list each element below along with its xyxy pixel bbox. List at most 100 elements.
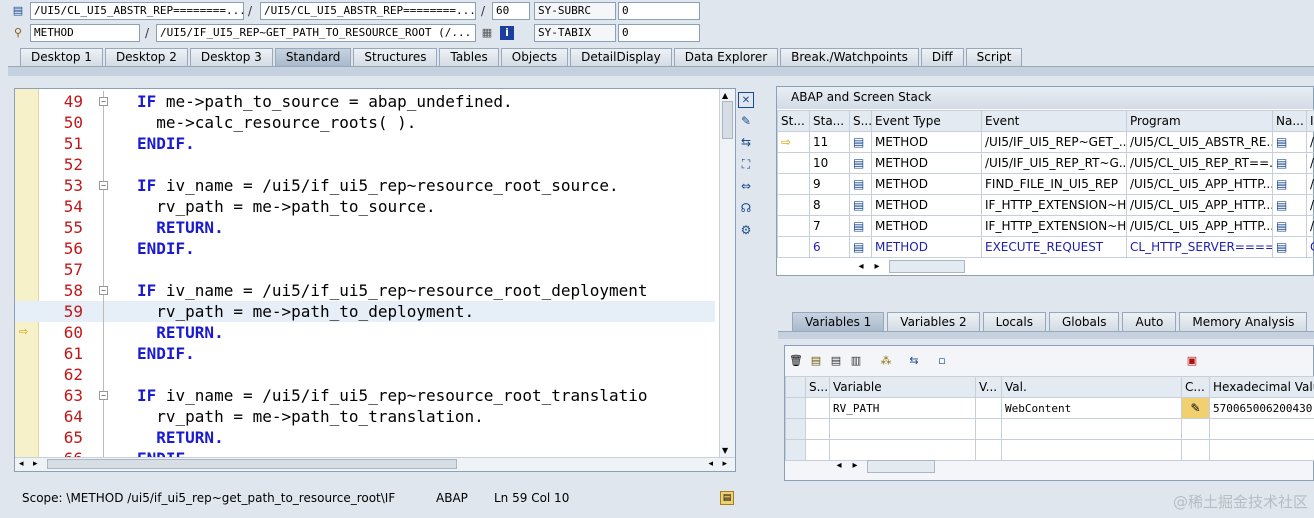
tab-auto[interactable]: Auto [1122, 312, 1177, 331]
tab-detaildisplay[interactable]: DetailDisplay [570, 48, 672, 66]
tab-diff[interactable]: Diff [920, 48, 964, 66]
change-value-icon[interactable]: ✎ [1181, 397, 1210, 419]
code-line[interactable]: 56 ENDIF. [15, 238, 715, 259]
variables-column-header[interactable]: S... [805, 376, 830, 398]
variables-table[interactable]: S...VariableV...Val.C...Hexadecimal Valu… [785, 376, 1314, 461]
tab-variables-2[interactable]: Variables 2 [887, 312, 980, 331]
code-line[interactable]: 57 [15, 259, 715, 280]
tab-break-watchpoints[interactable]: Break./Watchpoints [780, 48, 919, 66]
fold-toggle-icon[interactable]: − [99, 97, 108, 106]
stack-event[interactable]: IF_HTTP_EXTENSION~H... [981, 215, 1127, 237]
stack-column-header[interactable]: S... [849, 110, 872, 132]
stack-row[interactable]: 6 ▤ METHOD EXECUTE_REQUEST CL_HTTP_SERVER===… [777, 236, 1314, 258]
stack-program[interactable]: /UI5/CL_UI5_APP_HTTP... [1126, 194, 1273, 216]
stack-column-header[interactable]: In [1306, 110, 1314, 132]
scroll-left-icon[interactable]: ◂ [19, 459, 24, 469]
load-list-icon[interactable]: ▤ [829, 354, 843, 368]
code-line[interactable]: 55 RETURN. [15, 217, 715, 238]
code-line[interactable]: 54 rv_path = me->path_to_source. [15, 196, 715, 217]
tab-desktop-2[interactable]: Desktop 2 [104, 48, 188, 66]
tab-tables[interactable]: Tables [439, 48, 499, 66]
line-number[interactable]: 51 [43, 133, 83, 154]
tab-structures[interactable]: Structures [353, 48, 438, 66]
stack-row[interactable]: 10 ▤ METHOD/UI5/IF_UI5_REP_RT~G.../UI5/CL_… [777, 152, 1314, 174]
stack-row[interactable]: 8 ▤ METHOD IF_HTTP_EXTENSION~H.../UI5/CL_UI… [777, 194, 1314, 216]
row-selector[interactable] [785, 397, 806, 419]
line-number[interactable]: 63 [43, 385, 83, 406]
code-line[interactable]: 50 me->calc_resource_roots( ). [15, 112, 715, 133]
scroll-left-icon[interactable]: ◂ [833, 460, 845, 472]
code-line[interactable]: 63 − IF iv_name = /ui5/if_ui5_rep~resource… [15, 385, 715, 406]
fold-toggle-icon[interactable]: − [99, 286, 108, 295]
stack-event[interactable]: IF_HTTP_EXTENSION~H... [981, 194, 1127, 216]
navigate-icon[interactable]: ▤ [1272, 236, 1307, 258]
line-number[interactable]: 64 [43, 406, 83, 427]
line-number[interactable]: 55 [43, 217, 83, 238]
source-editor[interactable]: 49 − IF me->path_to_source = abap_undefine… [14, 88, 736, 472]
variables-column-header[interactable]: V... [975, 376, 1002, 398]
stack-row[interactable]: 9 ▤ METHOD FIND_FILE_IN_UI5_REP/UI5/CL_UI5_… [777, 173, 1314, 195]
tab-memory-analysis[interactable]: Memory Analysis [1179, 312, 1308, 331]
editor-horizontal-scrollbar[interactable]: ◂ ▸ ◂ ▸ [15, 457, 735, 471]
scroll-left-icon[interactable]: ◂ [708, 459, 713, 469]
display-icon[interactable]: ▦ [480, 26, 494, 40]
code-line[interactable]: 52 [15, 154, 715, 175]
scroll-right-icon[interactable]: ▸ [33, 459, 38, 469]
save-icon[interactable]: ▣ [1185, 354, 1199, 368]
stack-table[interactable]: St... Sta... S... Event Type Event Program Na.… [777, 110, 1314, 258]
variable-row[interactable]: RV_PATH WebContent ✎ 570065006200430 [785, 397, 1314, 419]
scroll-right-icon[interactable]: ▸ [849, 460, 861, 472]
code-line[interactable]: 51 ENDIF. [15, 133, 715, 154]
save-list-icon[interactable]: ▤ [809, 354, 823, 368]
line-number[interactable]: 65 [43, 427, 83, 448]
export-icon[interactable]: ▥ [849, 354, 863, 368]
variables-column-header[interactable]: Variable [829, 376, 976, 398]
headset-icon[interactable]: ☊ [738, 200, 754, 216]
navigate-icon[interactable]: ▤ [1272, 215, 1307, 237]
tab-script[interactable]: Script [965, 48, 1023, 66]
variables-column-header[interactable]: Val. [1001, 376, 1182, 398]
navigate-icon[interactable]: ⇆ [907, 354, 921, 368]
variables-hscroll-thumb[interactable] [867, 460, 935, 473]
maximize-icon[interactable]: ⛶ [738, 156, 754, 172]
code-line[interactable]: 61 ENDIF. [15, 343, 715, 364]
navigate-icon[interactable]: ▤ [1272, 152, 1307, 174]
event-field[interactable]: /UI5/IF_UI5_REP~GET_PATH_TO_RESOURCE_ROO… [156, 24, 476, 42]
stack-hscroll-thumb[interactable] [889, 260, 965, 273]
variables-column-header[interactable]: Hexadecimal Value [1209, 376, 1314, 398]
tab-data-explorer[interactable]: Data Explorer [673, 48, 779, 66]
code-line[interactable]: 49 − IF me->path_to_source = abap_undefine… [15, 91, 715, 112]
sy-subrc-value[interactable]: 0 [618, 2, 700, 20]
stack-column-header[interactable]: Program [1126, 110, 1273, 132]
code-line[interactable]: 62 [15, 364, 715, 385]
program-field[interactable]: /UI5/CL_UI5_ABSTR_REP========... [30, 2, 244, 20]
variable-name[interactable]: RV_PATH [829, 397, 976, 419]
stack-program[interactable]: /UI5/CL_UI5_APP_HTTP... [1126, 173, 1273, 195]
stack-event[interactable]: /UI5/IF_UI5_REP~GET_... [981, 131, 1127, 153]
stack-program[interactable]: /UI5/CL_UI5_APP_HTTP... [1126, 215, 1273, 237]
line-field[interactable]: 60 [492, 2, 530, 20]
include-field[interactable]: /UI5/CL_UI5_ABSTR_REP========... [260, 2, 476, 20]
line-number[interactable]: 61 [43, 343, 83, 364]
line-number[interactable]: 60 [43, 322, 83, 343]
tab-variables-1[interactable]: Variables 1 [792, 312, 885, 331]
line-number[interactable]: 58 [43, 280, 83, 301]
editor-settings-icon[interactable]: ▤ [720, 491, 734, 505]
navigate-icon[interactable]: ▤ [1272, 194, 1307, 216]
stack-column-header[interactable]: St... [777, 110, 810, 132]
sy-tabix-value[interactable]: 0 [618, 24, 700, 42]
tab-globals[interactable]: Globals [1048, 312, 1120, 331]
variables-column-header[interactable]: C... [1181, 376, 1210, 398]
stack-event[interactable]: EXECUTE_REQUEST [981, 236, 1127, 258]
scroll-right-icon[interactable]: ▸ [871, 261, 883, 273]
stack-row[interactable]: 7 ▤ METHOD IF_HTTP_EXTENSION~H.../UI5/CL_UI… [777, 215, 1314, 237]
editor-vertical-scrollbar[interactable]: ▲ ▼ [719, 89, 735, 471]
swap-tool-icon[interactable]: ⇆ [738, 134, 754, 150]
services-icon[interactable]: ⚙ [738, 222, 754, 238]
line-number[interactable]: 52 [43, 154, 83, 175]
code-line[interactable]: 59 rv_path = me->path_to_deployment. [15, 301, 715, 322]
line-number[interactable]: 54 [43, 196, 83, 217]
event-type-field[interactable]: METHOD [30, 24, 140, 42]
close-icon[interactable]: ✕ [738, 92, 754, 108]
stack-program[interactable]: /UI5/CL_UI5_REP_RT==... [1126, 152, 1273, 174]
